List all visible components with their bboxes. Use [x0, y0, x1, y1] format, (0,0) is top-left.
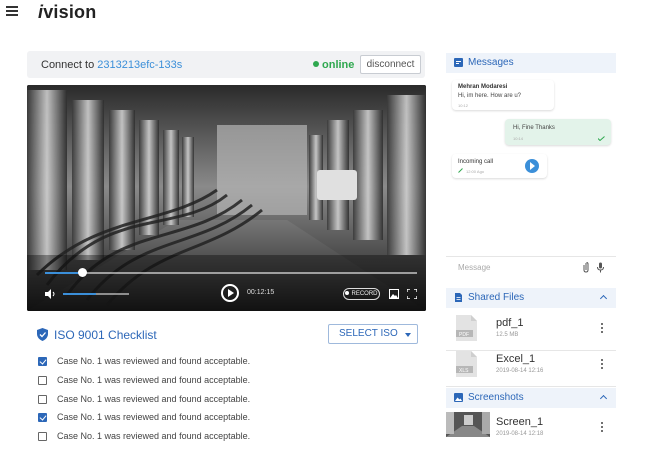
file-item[interactable]: XLS Excel_1 2019-08-14 12:16 — [446, 343, 616, 387]
record-button[interactable]: RECORD — [343, 288, 380, 300]
more-options-icon[interactable] — [601, 359, 604, 369]
file-name: Excel_1 — [496, 353, 536, 365]
message-time: 10:12 — [458, 103, 469, 108]
attach-icon[interactable] — [583, 262, 589, 273]
online-status: online — [313, 59, 354, 71]
connection-bar: Connect to 2313213efc-133s online discon… — [27, 51, 425, 78]
checklist-checkbox[interactable] — [38, 357, 47, 366]
more-options-icon[interactable] — [601, 323, 604, 333]
read-check-icon — [598, 136, 605, 141]
checklist-item-label: Case No. 1 was reviewed and found accept… — [57, 375, 251, 385]
volume-slider[interactable] — [63, 293, 129, 295]
file-meta: 2019-08-14 12:16 — [496, 368, 544, 374]
menu-icon[interactable] — [6, 6, 18, 16]
svg-text:XLS: XLS — [459, 368, 469, 374]
connection-label: Connect to 2313213efc-133s — [41, 59, 183, 71]
chevron-down-icon — [405, 333, 411, 337]
message-text: Hi, Fine Thanks — [513, 125, 555, 131]
checklist-checkbox[interactable] — [38, 376, 47, 385]
play-icon[interactable] — [221, 284, 239, 302]
message-sender: Mehran Modaresi — [458, 84, 508, 90]
video-player[interactable]: 00:12:15 RECORD — [27, 85, 426, 311]
file-meta: 12.5 MB — [496, 332, 519, 338]
excel-file-icon: XLS — [456, 351, 477, 377]
checklist-item-label: Case No. 1 was reviewed and found accept… — [57, 356, 251, 366]
shared-files-title: Shared Files — [468, 292, 525, 303]
more-options-icon[interactable] — [601, 422, 604, 432]
top-bar: ivision — [0, 0, 648, 28]
seek-bar[interactable] — [45, 268, 417, 277]
app-logo: ivision — [38, 2, 97, 22]
file-name: pdf_1 — [496, 317, 524, 329]
volume-icon[interactable] — [44, 288, 56, 300]
pdf-file-icon: PDF — [456, 315, 477, 341]
screenshots-header: Screenshots — [446, 388, 616, 408]
shield-check-icon — [37, 328, 48, 341]
video-frame — [27, 85, 426, 311]
message-incoming: Mehran Modaresi Hi, im here. How are u? … — [452, 80, 554, 110]
call-time: 12:00 Ago — [466, 169, 485, 174]
snapshot-icon[interactable] — [389, 289, 399, 299]
play-call-icon[interactable] — [525, 159, 539, 173]
checklist-checkbox[interactable] — [38, 432, 47, 441]
select-iso-dropdown[interactable]: SELECT ISO — [328, 324, 418, 344]
document-icon — [455, 293, 462, 302]
screenshot-item[interactable]: Screen_1 2019-08-14 12:18 — [446, 406, 616, 450]
screenshot-thumbnail — [446, 412, 490, 437]
messages-header: Messages — [446, 53, 616, 73]
message-incoming-call: Incoming call 12:00 Ago — [452, 154, 547, 178]
status-dot-icon — [313, 61, 319, 67]
image-icon — [454, 393, 463, 402]
chat-icon — [454, 58, 463, 67]
checklist-checkbox[interactable] — [38, 395, 47, 404]
connection-id[interactable]: 2313213efc-133s — [97, 59, 182, 71]
chevron-up-icon[interactable] — [599, 394, 608, 403]
checklist-item-label: Case No. 1 was reviewed and found accept… — [57, 431, 251, 441]
messages-title: Messages — [468, 57, 514, 68]
checklist-item-label: Case No. 1 was reviewed and found accept… — [57, 394, 251, 404]
checklist-item-label: Case No. 1 was reviewed and found accept… — [57, 412, 251, 422]
message-input[interactable]: Message — [458, 263, 490, 272]
message-text: Hi, im here. How are u? — [458, 93, 522, 99]
seek-progress — [45, 272, 83, 274]
screenshot-name: Screen_1 — [496, 416, 544, 428]
shared-files-header: Shared Files — [446, 288, 616, 308]
chevron-up-icon[interactable] — [599, 294, 608, 303]
checklist-title: ISO 9001 Checklist — [54, 328, 157, 342]
playback-time: 00:12:15 — [247, 289, 275, 296]
call-text: Incoming call — [458, 159, 494, 165]
record-dot-icon — [345, 291, 350, 295]
svg-text:PDF: PDF — [459, 332, 469, 338]
volume-level — [63, 293, 96, 295]
screenshot-meta: 2019-08-14 12:18 — [496, 431, 544, 437]
message-time: 10:14 — [513, 136, 524, 141]
screenshots-title: Screenshots — [468, 392, 524, 403]
microphone-icon[interactable] — [597, 262, 604, 273]
message-outgoing: Hi, Fine Thanks 10:14 — [505, 119, 611, 145]
fullscreen-icon[interactable] — [407, 289, 417, 299]
checklist-checkbox[interactable] — [38, 413, 47, 422]
disconnect-button[interactable]: disconnect — [360, 55, 421, 74]
phone-icon — [458, 168, 463, 173]
message-input-divider — [446, 256, 616, 257]
